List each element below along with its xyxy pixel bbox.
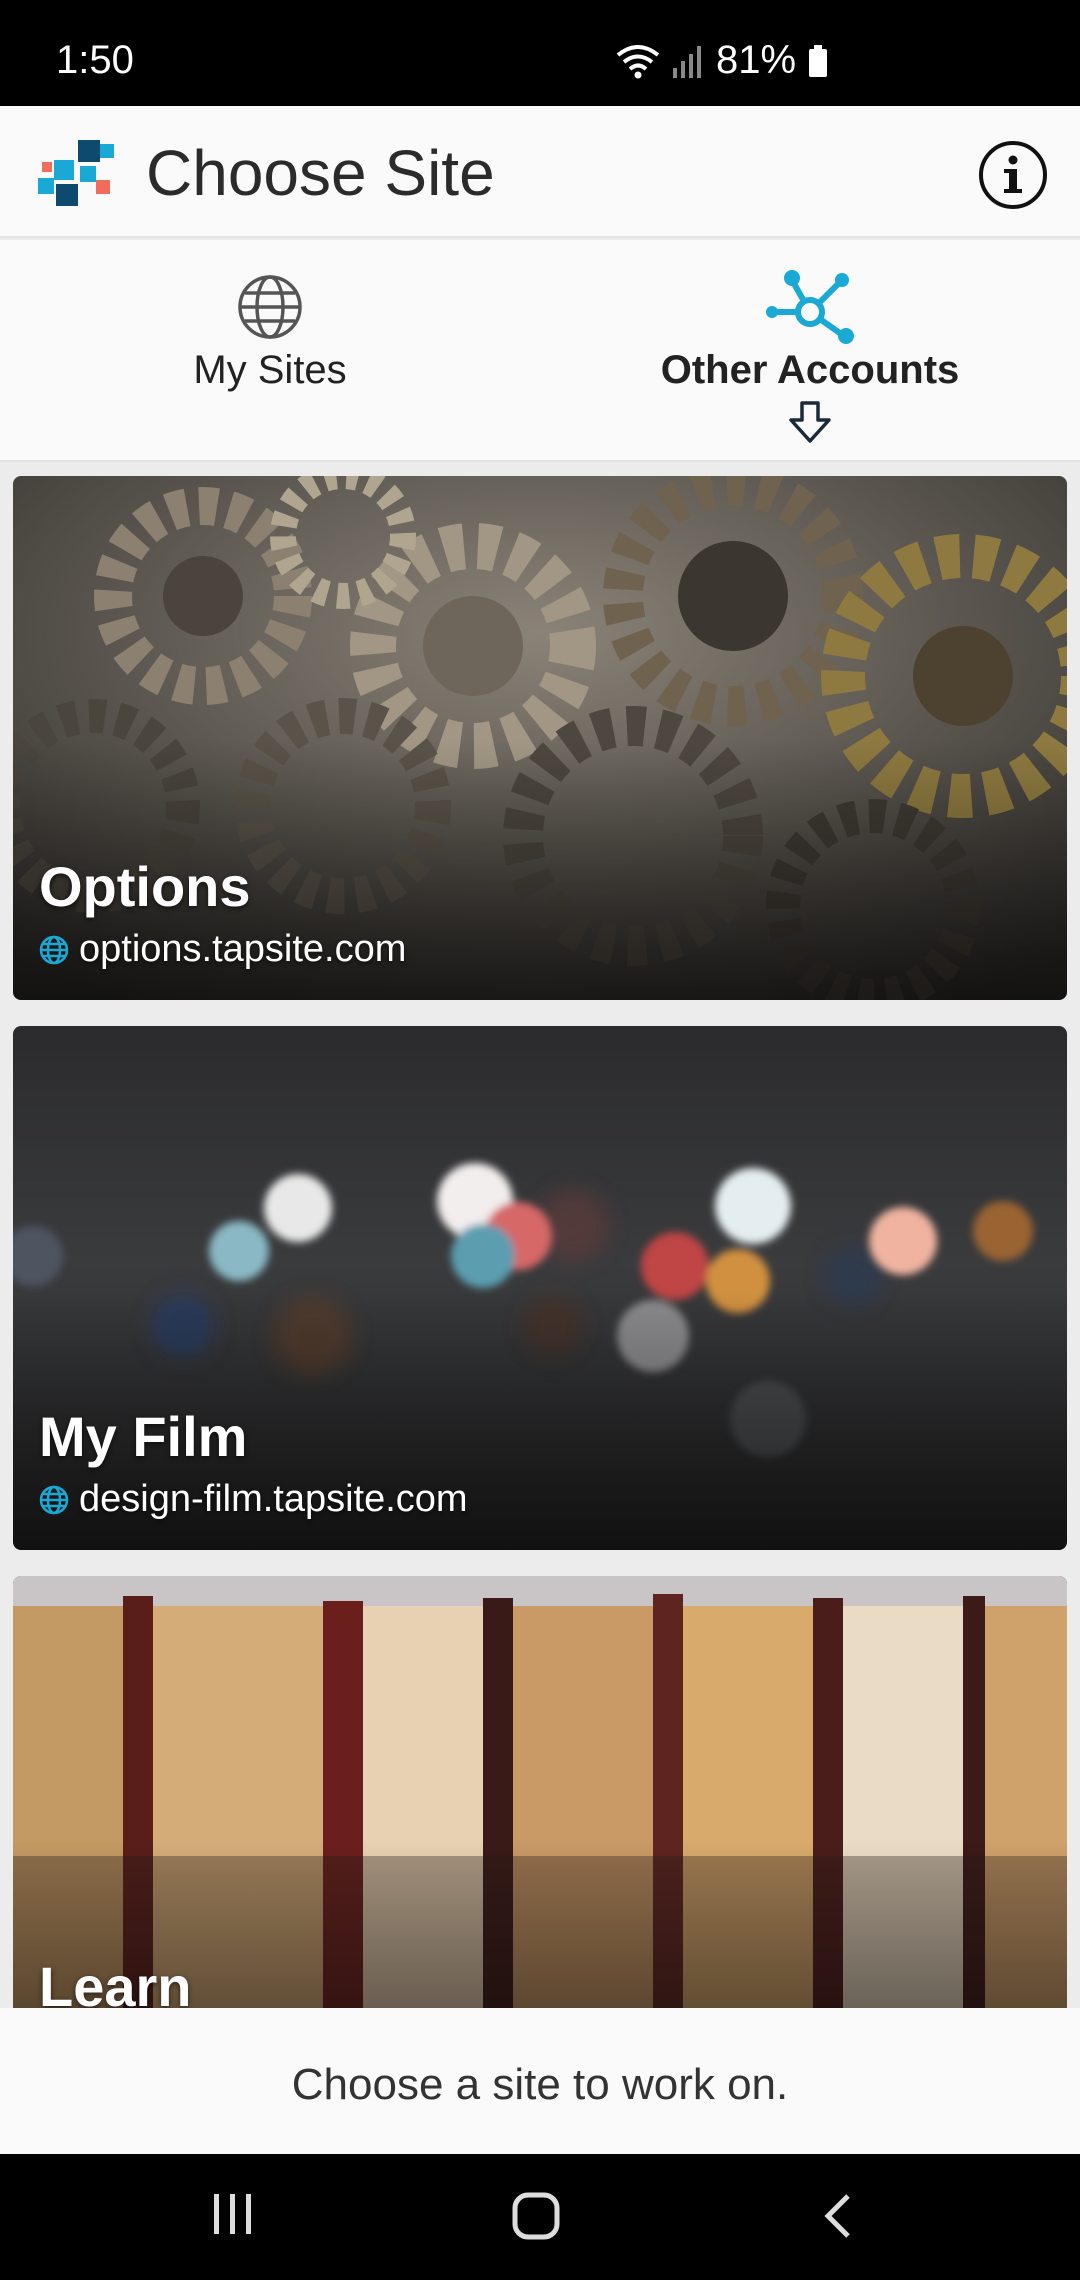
site-url-row: design-film.tapsite.com <box>39 1478 468 1521</box>
status-bar: 1:50 81% <box>0 0 1080 106</box>
status-time: 1:50 <box>56 38 134 82</box>
site-tabs: My Sites Other Accounts <box>0 240 1080 462</box>
site-list: Options options.tapsite.com My Film desi… <box>0 464 1080 2008</box>
globe-icon <box>238 275 302 339</box>
battery-icon <box>809 44 828 77</box>
info-icon[interactable] <box>978 140 1048 210</box>
site-url: design-film.tapsite.com <box>79 1478 468 1520</box>
page-title: Choose Site <box>146 137 495 209</box>
globe-icon <box>39 1485 69 1514</box>
tab-my-sites[interactable]: My Sites <box>0 240 540 460</box>
back-icon[interactable] <box>820 2192 854 2240</box>
system-nav-bar <box>0 2154 1080 2280</box>
site-card-learn[interactable]: Learn <box>13 1576 1067 2008</box>
network-icon <box>766 270 854 344</box>
wifi-icon <box>616 44 660 78</box>
tab-my-sites-label: My Sites <box>193 348 347 392</box>
tab-other-accounts[interactable]: Other Accounts <box>540 240 1080 460</box>
recent-apps-icon[interactable] <box>210 2192 256 2236</box>
footer: Choose a site to work on. <box>0 2008 1080 2154</box>
app-logo-icon <box>38 140 114 206</box>
site-url-row: options.tapsite.com <box>39 928 406 971</box>
site-card-options[interactable]: Options options.tapsite.com <box>13 476 1067 1000</box>
site-title: Learn <box>39 1955 192 2008</box>
home-icon[interactable] <box>512 2192 560 2240</box>
status-indicators: 81% <box>616 38 828 83</box>
site-title: Options <box>39 855 251 918</box>
signal-icon <box>673 45 701 78</box>
app-bar: Choose Site <box>0 106 1080 238</box>
footer-hint: Choose a site to work on. <box>291 2060 789 2109</box>
site-url: options.tapsite.com <box>79 928 407 970</box>
tab-other-accounts-label: Other Accounts <box>660 348 960 392</box>
globe-icon <box>39 935 69 964</box>
battery-percentage: 81% <box>716 38 797 82</box>
site-title: My Film <box>39 1405 248 1468</box>
arrow-down-icon <box>789 401 831 443</box>
site-card-my-film[interactable]: My Film design-film.tapsite.com <box>13 1026 1067 1550</box>
